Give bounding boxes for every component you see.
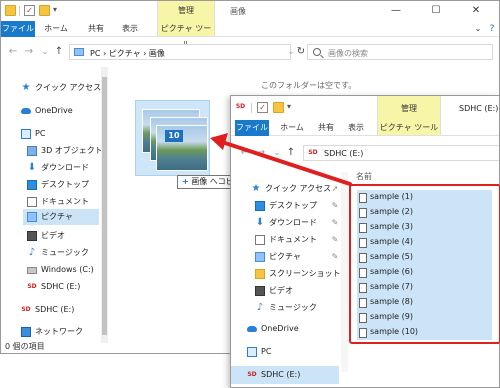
chevron-down-icon[interactable]: ▾ <box>53 5 64 16</box>
sd-card-icon: SD <box>308 149 318 156</box>
help-icon[interactable]: ? <box>485 22 499 36</box>
tab-picture-tools[interactable]: ピクチャ ツール <box>157 21 215 49</box>
status-item-count: 0 個の項目 <box>5 342 45 351</box>
back-arrow-icon[interactable]: ← <box>239 146 251 160</box>
pc-icon <box>21 129 31 139</box>
download-icon: ⬇ <box>27 162 37 173</box>
maximize-button[interactable]: ☐ <box>429 4 443 18</box>
cloud-icon <box>21 108 31 114</box>
address-path: SDHC (E:) <box>324 149 364 158</box>
tab-home[interactable]: ホーム <box>39 21 73 37</box>
address-row: ← → ⌄ ↑ SD SDHC (E:) <box>231 142 499 164</box>
tab-file[interactable]: ファイル <box>235 120 269 136</box>
network-icon <box>21 327 31 337</box>
video-icon <box>27 231 37 241</box>
chevron-down-icon[interactable]: ⌄ <box>39 45 51 59</box>
pin-icon: ✎ <box>331 218 339 227</box>
close-button[interactable]: ✕ <box>469 4 483 18</box>
column-header-name[interactable]: 名前 <box>356 171 372 182</box>
music-icon: ♪ <box>256 302 264 313</box>
pc-icon <box>247 347 257 357</box>
new-folder-icon[interactable] <box>273 102 284 113</box>
search-icon <box>313 48 321 56</box>
selection-highlight-frame <box>349 184 500 344</box>
tab-view[interactable]: 表示 <box>343 120 369 136</box>
search-input[interactable]: 画像の検索 <box>307 44 493 60</box>
desktop-icon <box>255 201 265 211</box>
nav-scrollbar[interactable] <box>101 67 108 343</box>
title-bar: ✓ ▾ 管理 画像 — ☐ ✕ <box>1 1 499 37</box>
up-arrow-icon[interactable]: ↑ <box>285 146 297 160</box>
forward-arrow-icon[interactable]: → <box>255 146 267 160</box>
refresh-icon[interactable]: ↻ <box>295 45 307 59</box>
properties-icon[interactable]: ✓ <box>24 5 35 16</box>
cube-icon <box>27 146 37 156</box>
address-bar[interactable]: PC › ピクチャ › 画像 <box>69 44 291 60</box>
folder-icon <box>5 5 16 16</box>
drive-icon <box>27 267 37 274</box>
star-icon: ★ <box>251 183 261 194</box>
tab-share[interactable]: 共有 <box>313 120 339 136</box>
divider <box>251 103 252 113</box>
download-icon: ⬇ <box>255 217 265 228</box>
document-icon <box>27 197 37 207</box>
document-icon <box>255 235 265 245</box>
ribbon-expand-icon[interactable]: ⌄ <box>471 22 485 36</box>
address-path: PC › ピクチャ › 画像 <box>90 49 165 58</box>
tab-home[interactable]: ホーム <box>275 120 309 136</box>
address-bar[interactable]: SD SDHC (E:) <box>303 145 499 161</box>
pin-icon: ✎ <box>331 235 339 244</box>
forward-arrow-icon[interactable]: → <box>23 45 35 59</box>
divider <box>19 6 20 16</box>
properties-icon[interactable]: ✓ <box>257 102 268 113</box>
chevron-down-icon[interactable]: ⌄ <box>271 146 283 160</box>
minimize-button[interactable]: — <box>389 4 403 18</box>
up-arrow-icon[interactable]: ↑ <box>53 45 65 59</box>
drag-count-badge: 10 <box>165 130 183 142</box>
pictures-icon <box>74 48 84 56</box>
nav-scrollbar[interactable] <box>341 172 348 372</box>
empty-folder-message: このフォルダーは空です。 <box>261 81 357 90</box>
sd-card-icon: SD <box>27 283 37 290</box>
new-folder-icon[interactable] <box>39 5 50 16</box>
search-placeholder: 画像の検索 <box>328 49 368 58</box>
cloud-icon <box>247 326 257 332</box>
back-arrow-icon[interactable]: ← <box>7 45 19 59</box>
window-title: SDHC (E:) <box>459 104 499 113</box>
desktop-icon <box>27 180 37 190</box>
star-icon: ★ <box>21 82 31 93</box>
tab-picture-tools[interactable]: ピクチャ ツール <box>377 120 441 136</box>
tab-view[interactable]: 表示 <box>117 21 143 37</box>
nav-pictures[interactable]: ピクチャ <box>23 209 99 225</box>
ribbon: ファイル ホーム 共有 表示 ピクチャ ツール ⌄ ? <box>1 21 499 49</box>
folder-icon <box>255 269 265 279</box>
manage-label: 管理 <box>178 6 194 15</box>
pin-icon: ✎ <box>331 252 339 261</box>
title-bar: SD ✓ ▾ 管理 SDHC (E:) <box>231 96 499 136</box>
chevron-down-icon[interactable]: ▾ <box>287 102 298 113</box>
sd-card-icon: SD <box>235 103 246 110</box>
video-icon <box>255 286 265 296</box>
tab-share[interactable]: 共有 <box>83 21 109 37</box>
pictures-icon <box>255 252 265 262</box>
tab-file[interactable]: ファイル <box>1 21 35 37</box>
ribbon: ファイル ホーム 共有 表示 ピクチャ ツール <box>231 120 499 136</box>
nav-sdhc-e[interactable]: SD SDHC (E:) <box>231 366 339 384</box>
pictures-icon <box>27 212 37 222</box>
sd-card-icon: SD <box>247 371 257 378</box>
music-icon: ♪ <box>28 247 36 258</box>
pin-icon: ✎ <box>331 201 339 210</box>
manage-label: 管理 <box>401 104 417 113</box>
scrollbar-thumb[interactable] <box>102 77 107 335</box>
address-row: ← → ⌄ ↑ PC › ピクチャ › 画像 ⌄ ↻ 画像の検索 <box>1 41 499 63</box>
sd-card-icon: SD <box>21 306 31 313</box>
plus-icon: + <box>182 177 189 186</box>
pin-icon: ➚ <box>331 184 339 193</box>
window-title: 画像 <box>230 7 246 16</box>
